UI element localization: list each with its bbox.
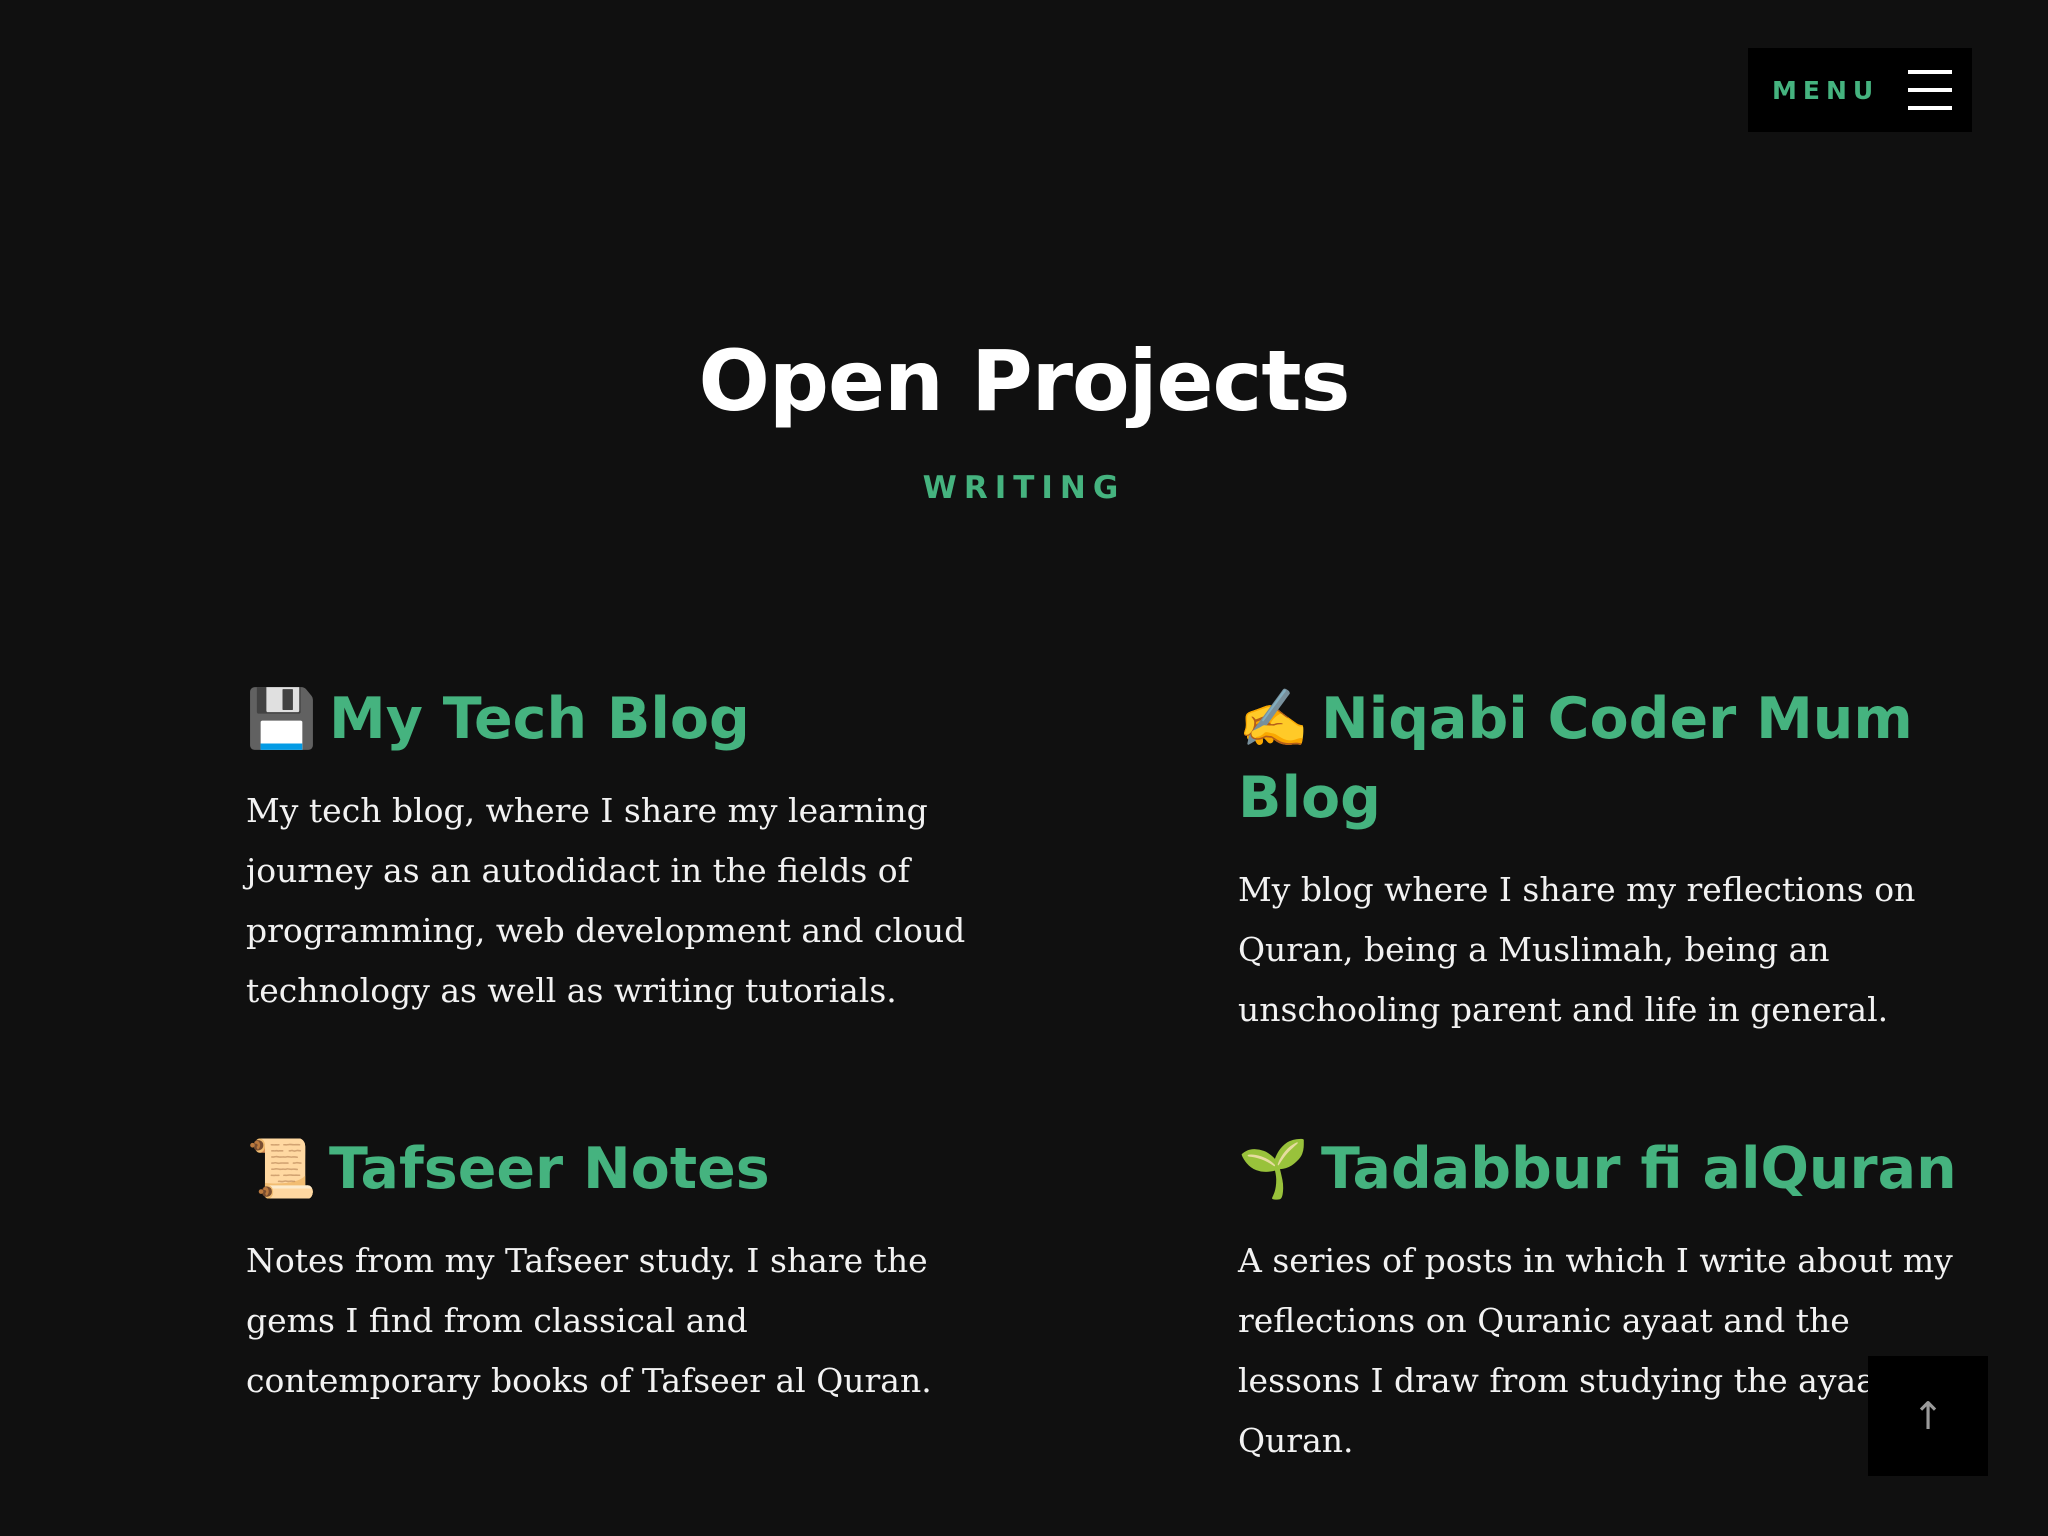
project-card-tafseer-notes: 📜 Tafseer Notes Notes from my Tafseer stu… xyxy=(246,1130,966,1411)
scroll-icon: 📜 xyxy=(246,1136,317,1202)
arrow-up-icon: ↑ xyxy=(1912,1394,1944,1438)
project-title-link[interactable]: ✍️ Niqabi Coder Mum Blog xyxy=(1238,680,1958,838)
project-description: A series of posts in which I write about… xyxy=(1238,1241,1953,1460)
project-description: My tech blog, where I share my learning … xyxy=(246,791,966,1010)
writing-hand-icon: ✍️ xyxy=(1238,686,1309,752)
menu-label: MENU xyxy=(1772,75,1880,105)
menu-button[interactable]: MENU xyxy=(1748,48,1972,132)
project-card-niqabi-blog: ✍️ Niqabi Coder Mum Blog My blog where I … xyxy=(1238,680,1958,1040)
project-description: My blog where I share my reflections on … xyxy=(1238,870,1916,1029)
project-title-link[interactable]: 📜 Tafseer Notes xyxy=(246,1130,966,1209)
floppy-disk-icon: 💾 xyxy=(246,686,317,752)
project-card-tadabbur: 🌱 Tadabbur fi alQuran A series of posts i… xyxy=(1238,1130,1958,1471)
project-title: My Tech Blog xyxy=(328,686,750,752)
project-title: Tafseer Notes xyxy=(328,1136,770,1202)
hamburger-icon xyxy=(1908,70,1952,110)
project-description: Notes from my Tafseer study. I share the… xyxy=(246,1241,932,1400)
project-card-tech-blog: 💾 My Tech Blog My tech blog, where I shar… xyxy=(246,680,966,1021)
scroll-to-top-button[interactable]: ↑ xyxy=(1868,1356,1988,1476)
project-title: Niqabi Coder Mum Blog xyxy=(1238,686,1913,831)
page-subtitle: WRITING xyxy=(922,470,1126,506)
project-title-link[interactable]: 💾 My Tech Blog xyxy=(246,680,966,759)
seedling-icon: 🌱 xyxy=(1238,1136,1309,1202)
project-title-link[interactable]: 🌱 Tadabbur fi alQuran xyxy=(1238,1130,1958,1209)
page-title: Open Projects xyxy=(698,332,1351,430)
project-title: Tadabbur fi alQuran xyxy=(1320,1136,1957,1202)
